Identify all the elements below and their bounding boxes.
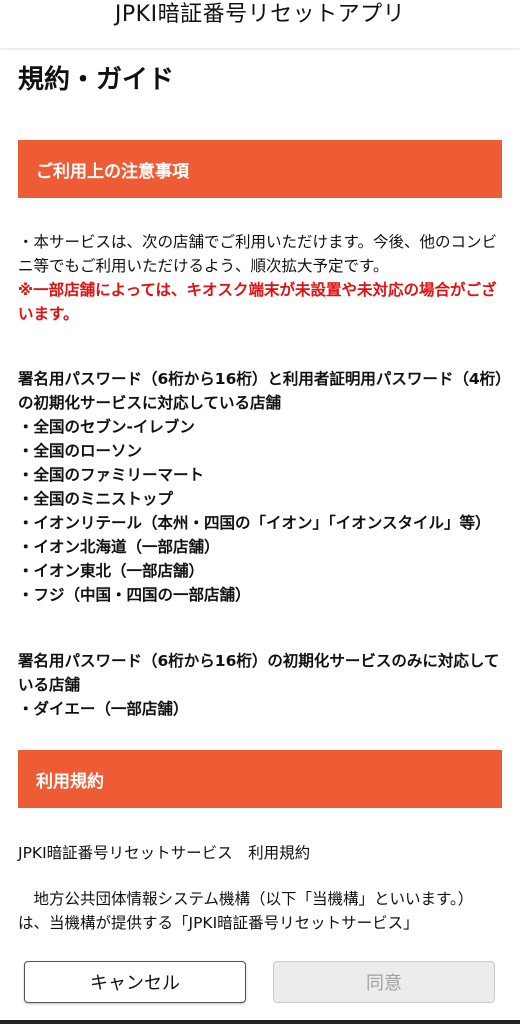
list-item: ・全国のセブン-イレブン xyxy=(18,418,195,436)
cancel-button[interactable]: キャンセル xyxy=(24,961,246,1003)
footer-bar: キャンセル 同意 xyxy=(0,942,520,1024)
terms-doc-title: JPKI暗証番号リセットサービス 利用規約 xyxy=(18,844,311,862)
app-header: JPKI暗証番号リセットアプリ xyxy=(0,0,520,48)
list-item: ・全国のファミリーマート xyxy=(18,466,205,484)
agree-button[interactable]: 同意 xyxy=(273,961,495,1003)
list-item: ・イオン東北（一部店舗） xyxy=(18,562,205,580)
terms-section-heading: 利用規約 xyxy=(36,771,104,792)
notice-section-header: ご利用上の注意事項 xyxy=(18,140,502,198)
list-item: ・全国のローソン xyxy=(18,442,143,460)
terms-paragraph: 地方公共団体情報システム機構（以下「当機構」といいます。）は、当機構が提供する「… xyxy=(18,890,474,932)
list-item: ・ダイエー（一部店舗） xyxy=(18,700,189,718)
store-group-2-title: 署名用パスワード（6桁から16桁）の初期化サービスのみに対応している店舗 xyxy=(18,652,500,694)
store-group-2: 署名用パスワード（6桁から16桁）の初期化サービスのみに対応している店舗 ・ダイ… xyxy=(18,649,504,721)
store-list-1: ・全国のセブン-イレブン ・全国のローソン ・全国のファミリーマート ・全国のミ… xyxy=(18,415,504,607)
page-title: 規約・ガイド xyxy=(18,65,175,95)
store-group-1-title: 署名用パスワード（6桁から16桁）と利用者証明用パスワード（4桁）の初期化サービ… xyxy=(18,370,503,412)
list-item: ・イオン北海道（一部店舗） xyxy=(18,538,220,556)
notice-intro: ・本サービスは、次の店舗でご利用いただけます。今後、他のコンビニ等でもご利用いた… xyxy=(18,233,497,323)
app-title: JPKI暗証番号リセットアプリ xyxy=(114,2,406,27)
list-item: ・イオンリテール（本州・四国の「イオン」「イオンスタイル」等） xyxy=(18,514,491,532)
store-group-1: 署名用パスワード（6桁から16桁）と利用者証明用パスワード（4桁）の初期化サービ… xyxy=(18,367,504,607)
bottom-edge xyxy=(0,1020,520,1024)
notice-section-heading: ご利用上の注意事項 xyxy=(36,161,189,182)
store-list-2: ・ダイエー（一部店舗） xyxy=(18,697,504,721)
terms-section-header: 利用規約 xyxy=(18,750,502,808)
list-item: ・全国のミニストップ xyxy=(18,490,174,508)
list-item: ・フジ（中国・四国の一部店舗） xyxy=(18,586,251,604)
notice-warning: ※一部店舗によっては、キオスク端末が未設置や未対応の場合がございます。 xyxy=(18,281,497,323)
